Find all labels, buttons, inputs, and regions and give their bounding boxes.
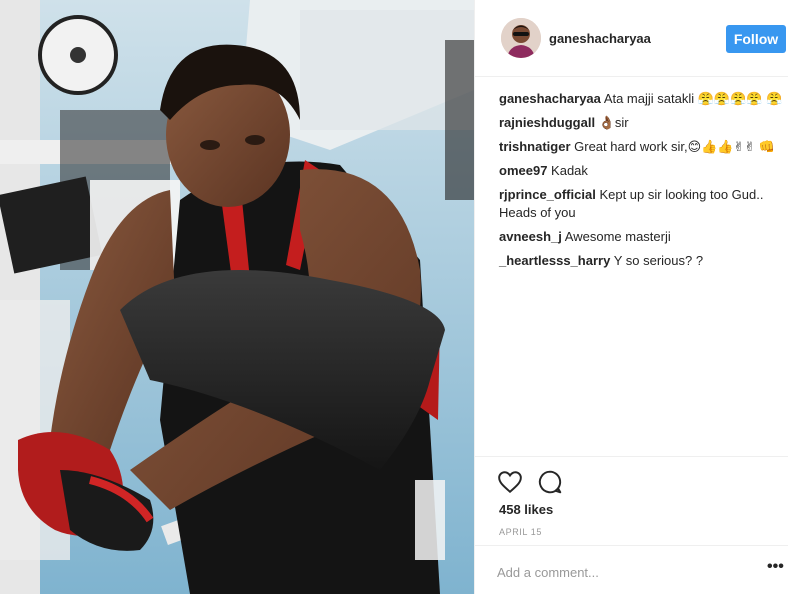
comment-text: 👌🏾sir: [598, 115, 629, 130]
likes-count[interactable]: 458 likes: [499, 502, 553, 517]
comment-item: rajnieshduggall 👌🏾sir: [499, 114, 788, 132]
post-header: ganeshacharyaa Follow: [475, 0, 788, 77]
comment-text: Ata majji satakli 😤😤😤😤 😤: [603, 91, 783, 106]
profile-avatar[interactable]: [501, 18, 541, 58]
follow-button[interactable]: Follow: [726, 25, 786, 53]
comment-username[interactable]: ganeshacharyaa: [499, 91, 601, 106]
gym-photo-illustration: [0, 0, 474, 594]
comment-item: omee97 Kadak: [499, 162, 788, 180]
comment-username[interactable]: rajnieshduggall: [499, 115, 595, 130]
comments-list: ganeshacharyaa Ata majji satakli 😤😤😤😤 😤 …: [499, 90, 788, 276]
comment-bubble-icon[interactable]: [537, 469, 563, 495]
comment-text: Y so serious? ?: [613, 253, 704, 268]
comment-text: Great hard work sir,😊👍👍✌✌ 👊: [574, 139, 776, 154]
post-photo[interactable]: [0, 0, 474, 594]
add-comment-bar: •••: [475, 545, 788, 594]
post-actions: 458 likes APRIL 15: [475, 456, 788, 544]
comment-username[interactable]: omee97: [499, 163, 547, 178]
comment-username[interactable]: avneesh_j: [499, 229, 562, 244]
comment-text: Awesome masterji: [564, 229, 671, 244]
ellipsis-icon[interactable]: •••: [767, 559, 787, 578]
comment-input[interactable]: [497, 562, 737, 582]
post-sidebar: ganeshacharyaa Follow ganeshacharyaa Ata…: [474, 0, 788, 594]
comment-item: ganeshacharyaa Ata majji satakli 😤😤😤😤 😤: [499, 90, 788, 108]
comment-item: rjprince_official Kept up sir looking to…: [499, 186, 788, 222]
post-date[interactable]: APRIL 15: [499, 527, 542, 537]
avatar-image: [501, 18, 541, 58]
comment-username[interactable]: rjprince_official: [499, 187, 596, 202]
comment-item: _heartlesss_harry Y so serious? ?: [499, 252, 788, 270]
comment-item: avneesh_j Awesome masterji: [499, 228, 788, 246]
post-author-username[interactable]: ganeshacharyaa: [549, 31, 651, 46]
comment-username[interactable]: trishnatiger: [499, 139, 571, 154]
heart-icon[interactable]: [497, 469, 523, 495]
comment-text: Kadak: [551, 163, 588, 178]
comment-username[interactable]: _heartlesss_harry: [499, 253, 610, 268]
comment-item: trishnatiger Great hard work sir,😊👍👍✌✌ 👊: [499, 138, 788, 156]
